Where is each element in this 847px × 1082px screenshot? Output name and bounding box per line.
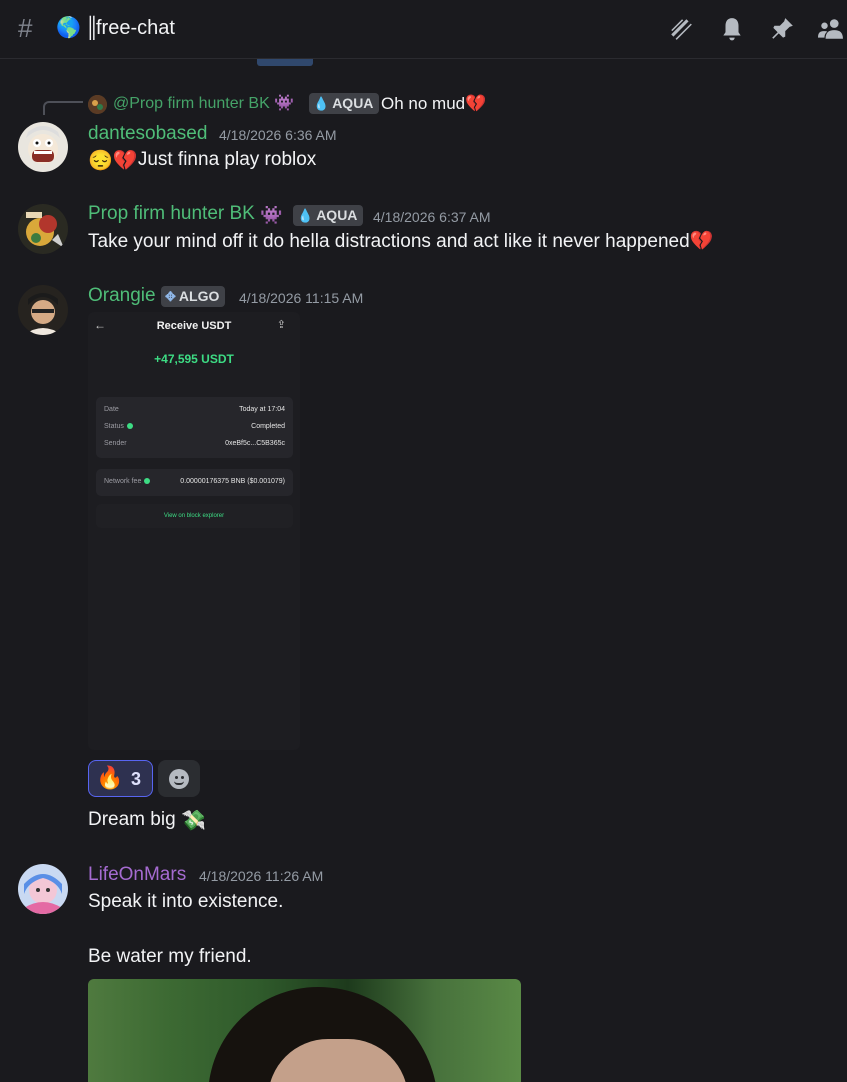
- receipt-details-card: Date Today at 17:04 Status Completed Sen…: [96, 397, 293, 458]
- reply-avatar[interactable]: [88, 95, 107, 114]
- avatar-prop-firm-hunter[interactable]: [18, 204, 68, 254]
- reply-text: Oh no mud💔: [381, 94, 487, 113]
- channel-header: # 🌎 ║ free-chat: [0, 0, 847, 59]
- message-text: Take your mind off it do hella distracti…: [88, 231, 714, 252]
- avatar-lifeonmars[interactable]: [18, 864, 68, 914]
- image-attachment-photo[interactable]: [88, 979, 521, 1082]
- avatar-orangie[interactable]: [18, 285, 68, 335]
- username-dantesobased[interactable]: dantesobased: [88, 123, 207, 145]
- receipt-fee-card: Network fee 0.00000176375 BNB ($0.001079…: [96, 469, 293, 496]
- channel-emoji: 🌎: [56, 17, 81, 39]
- receipt-amount: +47,595 USDT: [154, 352, 234, 366]
- reply-role-tag: 💧 AQUA: [309, 93, 380, 114]
- receipt-row: Sender 0xeBf5c...C5B365c: [104, 440, 285, 447]
- pensive-broken-heart-emoji: 😔💔: [88, 150, 138, 172]
- username-lifeonmars[interactable]: LifeOnMars: [88, 864, 186, 886]
- members-icon[interactable]: [818, 16, 844, 42]
- message-timestamp: 4/18/2026 11:15 AM: [239, 290, 364, 306]
- info-icon: [144, 478, 151, 484]
- username-prop-firm-hunter[interactable]: Prop firm hunter BK 👾: [88, 203, 283, 226]
- alien-monster-emoji: 👾: [260, 205, 283, 225]
- message-timestamp: 4/18/2026 6:36 AM: [219, 127, 337, 143]
- message-timestamp: 4/18/2026 6:37 AM: [373, 209, 491, 225]
- receipt-row: Date Today at 17:04: [104, 406, 285, 413]
- reaction-fire[interactable]: 🔥 3: [88, 760, 153, 797]
- text-channel-icon: #: [18, 13, 33, 43]
- reply-connector: [43, 101, 83, 115]
- receipt-row: Status Completed: [104, 423, 285, 430]
- image-attachment-receipt[interactable]: ← Receive USDT ⇪ +47,595 USDT Date Today…: [88, 312, 300, 750]
- role-tag: 💧 AQUA: [293, 205, 364, 226]
- role-tag: ✥ ALGO: [161, 286, 226, 307]
- message-text: Speak it into existence.: [88, 891, 284, 912]
- reply-username[interactable]: @Prop firm hunter BK 👾: [113, 94, 294, 114]
- message-text: Be water my friend.: [88, 946, 252, 967]
- water-drop-icon: 💧: [297, 208, 314, 223]
- info-icon: [126, 423, 133, 429]
- avatar-dantesobased[interactable]: [18, 122, 68, 172]
- message-text: Dream big 💸: [88, 809, 206, 832]
- reaction-count: 3: [131, 769, 142, 789]
- money-wings-emoji: 💸: [180, 810, 206, 832]
- channel-name: free-chat: [96, 17, 175, 39]
- share-icon: ⇪: [276, 319, 286, 331]
- message-timestamp: 4/18/2026 11:26 AM: [199, 868, 324, 884]
- threads-icon[interactable]: [668, 16, 694, 42]
- bell-icon[interactable]: [719, 16, 745, 42]
- water-drop-icon: 💧: [313, 96, 330, 111]
- receipt-title: Receive USDT: [156, 320, 232, 332]
- message-text: 😔💔Just finna play roblox: [88, 149, 317, 172]
- add-reaction-icon: [169, 769, 189, 789]
- add-reaction-button[interactable]: [158, 760, 200, 797]
- block-explorer-link: View on block explorer: [163, 513, 225, 519]
- algo-icon: ✥: [165, 289, 176, 304]
- username-orangie[interactable]: Orangie: [88, 285, 156, 307]
- fire-emoji: 🔥: [96, 765, 124, 790]
- receipt-row: Network fee 0.00000176375 BNB ($0.001079…: [104, 478, 285, 485]
- pin-icon[interactable]: [769, 16, 795, 42]
